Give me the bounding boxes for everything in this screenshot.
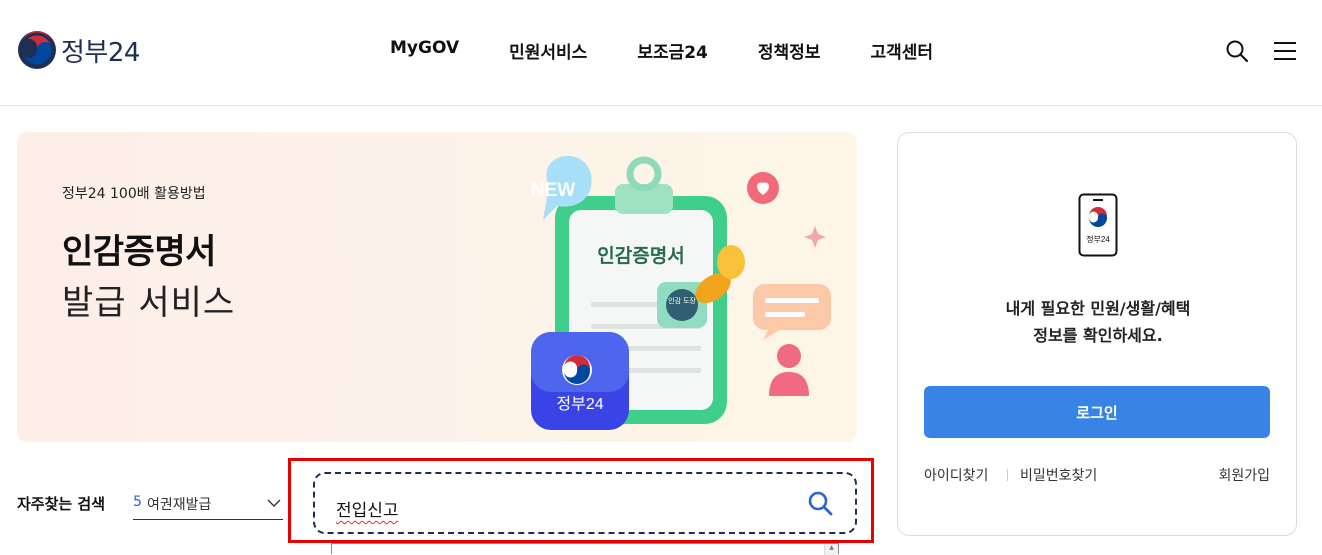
main-nav: MyGOV 민원서비스 보조금24 정책정보 고객센터 xyxy=(390,38,933,63)
login-message: 내게 필요한 민원/생활/혜택 정보를 확인하세요. xyxy=(898,295,1298,349)
frequent-search-label: 자주찾는 검색 xyxy=(17,495,106,513)
mobile-phone-icon: 정부24 xyxy=(1078,193,1118,257)
autocomplete-dropdown[interactable]: ▲ xyxy=(331,543,839,555)
clipboard-title: 인감증명서 xyxy=(597,245,684,267)
link-divider xyxy=(1007,469,1008,481)
nav-subsidy24[interactable]: 보조금24 xyxy=(637,38,708,63)
nav-mygov[interactable]: MyGOV xyxy=(390,38,459,63)
taegeuk-logo-icon xyxy=(18,31,56,69)
banner-title: 인감증명서 xyxy=(62,232,216,272)
phone-app-label: 정부24 xyxy=(1086,234,1110,244)
frequent-search-item: 여권재발급 xyxy=(147,497,212,513)
login-button[interactable]: 로그인 xyxy=(924,386,1270,438)
search-submit-icon[interactable] xyxy=(807,490,833,516)
banner-kicker: 정부24 100배 활용방법 xyxy=(62,186,206,202)
header: 정부24 MyGOV 민원서비스 보조금24 정책정보 고객센터 xyxy=(0,0,1322,106)
nav-customer-center[interactable]: 고객센터 xyxy=(870,38,933,63)
find-id-link[interactable]: 아이디찾기 xyxy=(924,465,988,485)
stamp-text: 인감 도장 xyxy=(668,296,696,305)
search-input[interactable]: 전입신고 xyxy=(313,472,857,534)
frequent-search-dropdown[interactable]: 5 여권재발급 xyxy=(133,488,283,520)
app-tile-label: 정부24 xyxy=(556,395,603,413)
signup-link[interactable]: 회원가입 xyxy=(1218,465,1270,485)
site-logo[interactable]: 정부24 xyxy=(17,30,140,70)
promo-banner[interactable]: 정부24 100배 활용방법 인감증명서 발급 서비스 인감증명서 인감 도장 … xyxy=(17,132,857,442)
nav-policy-info[interactable]: 정책정보 xyxy=(758,38,821,63)
banner-subtitle: 발급 서비스 xyxy=(62,283,236,323)
chevron-down-icon xyxy=(267,499,281,507)
scrollbar-up-arrow-icon[interactable]: ▲ xyxy=(824,544,838,555)
login-links: 아이디찾기 비밀번호찾기 회원가입 xyxy=(924,465,1270,485)
search-input-value: 전입신고 xyxy=(336,501,399,521)
menu-icon[interactable] xyxy=(1273,39,1297,63)
new-badge: NEW xyxy=(531,180,575,201)
search-icon[interactable] xyxy=(1225,39,1249,63)
frequent-search-rank: 5 xyxy=(133,494,142,510)
nav-civil-service[interactable]: 민원서비스 xyxy=(509,38,587,63)
login-card: 정부24 내게 필요한 민원/생활/혜택 정보를 확인하세요. 로그인 아이디찾… xyxy=(897,132,1297,536)
login-message-line2: 정보를 확인하세요. xyxy=(1033,326,1163,345)
find-password-link[interactable]: 비밀번호찾기 xyxy=(1020,465,1097,485)
login-message-line1: 내게 필요한 민원/생활/혜택 xyxy=(1005,299,1191,318)
banner-illustration: 인감증명서 인감 도장 NEW 정부24 xyxy=(531,156,831,430)
logo-text: 정부24 xyxy=(61,37,140,68)
